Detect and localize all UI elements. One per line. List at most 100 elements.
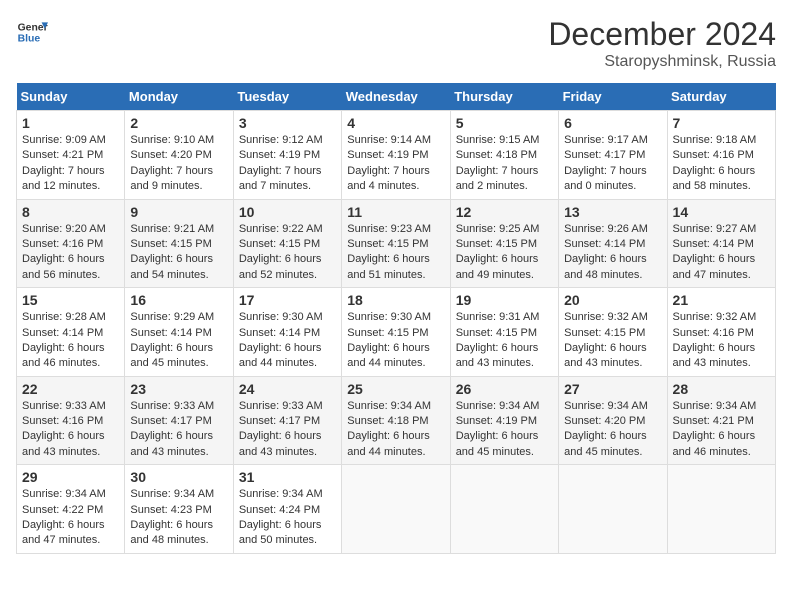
day-number: 20 xyxy=(564,292,661,308)
day-cell-2: 2 Sunrise: 9:10 AM Sunset: 4:20 PM Dayli… xyxy=(125,111,233,200)
day-cell-8: 8 Sunrise: 9:20 AM Sunset: 4:16 PM Dayli… xyxy=(17,199,125,288)
day-number: 19 xyxy=(456,292,553,308)
day-info: Sunrise: 9:33 AM Sunset: 4:17 PM Dayligh… xyxy=(239,399,336,461)
month-title: December 2024 xyxy=(548,16,776,53)
day-number: 4 xyxy=(347,115,444,131)
day-cell-24: 24 Sunrise: 9:33 AM Sunset: 4:17 PM Dayl… xyxy=(233,376,341,465)
day-info: Sunrise: 9:29 AM Sunset: 4:14 PM Dayligh… xyxy=(130,310,227,372)
day-number: 16 xyxy=(130,292,227,308)
day-number: 10 xyxy=(239,204,336,220)
day-number: 17 xyxy=(239,292,336,308)
day-header-saturday: Saturday xyxy=(667,83,775,111)
day-info: Sunrise: 9:14 AM Sunset: 4:19 PM Dayligh… xyxy=(347,133,444,195)
day-info: Sunrise: 9:32 AM Sunset: 4:16 PM Dayligh… xyxy=(673,310,770,372)
day-info: Sunrise: 9:32 AM Sunset: 4:15 PM Dayligh… xyxy=(564,310,661,372)
day-cell-29: 29 Sunrise: 9:34 AM Sunset: 4:22 PM Dayl… xyxy=(17,465,125,554)
day-number: 3 xyxy=(239,115,336,131)
day-number: 7 xyxy=(673,115,770,131)
empty-cell xyxy=(667,465,775,554)
day-cell-15: 15 Sunrise: 9:28 AM Sunset: 4:14 PM Dayl… xyxy=(17,288,125,377)
day-cell-27: 27 Sunrise: 9:34 AM Sunset: 4:20 PM Dayl… xyxy=(559,376,667,465)
day-number: 11 xyxy=(347,204,444,220)
day-number: 26 xyxy=(456,381,553,397)
day-cell-21: 21 Sunrise: 9:32 AM Sunset: 4:16 PM Dayl… xyxy=(667,288,775,377)
day-info: Sunrise: 9:10 AM Sunset: 4:20 PM Dayligh… xyxy=(130,133,227,195)
day-header-thursday: Thursday xyxy=(450,83,558,111)
day-info: Sunrise: 9:34 AM Sunset: 4:19 PM Dayligh… xyxy=(456,399,553,461)
day-cell-13: 13 Sunrise: 9:26 AM Sunset: 4:14 PM Dayl… xyxy=(559,199,667,288)
empty-cell xyxy=(559,465,667,554)
day-cell-17: 17 Sunrise: 9:30 AM Sunset: 4:14 PM Dayl… xyxy=(233,288,341,377)
day-number: 8 xyxy=(22,204,119,220)
day-cell-12: 12 Sunrise: 9:25 AM Sunset: 4:15 PM Dayl… xyxy=(450,199,558,288)
day-cell-20: 20 Sunrise: 9:32 AM Sunset: 4:15 PM Dayl… xyxy=(559,288,667,377)
page-header: General Blue December 2024 Staropyshmins… xyxy=(16,16,776,71)
day-info: Sunrise: 9:34 AM Sunset: 4:22 PM Dayligh… xyxy=(22,487,119,549)
day-cell-30: 30 Sunrise: 9:34 AM Sunset: 4:23 PM Dayl… xyxy=(125,465,233,554)
day-number: 31 xyxy=(239,469,336,485)
calendar-week-3: 15 Sunrise: 9:28 AM Sunset: 4:14 PM Dayl… xyxy=(17,288,776,377)
day-cell-31: 31 Sunrise: 9:34 AM Sunset: 4:24 PM Dayl… xyxy=(233,465,341,554)
day-cell-19: 19 Sunrise: 9:31 AM Sunset: 4:15 PM Dayl… xyxy=(450,288,558,377)
empty-cell xyxy=(342,465,450,554)
day-number: 14 xyxy=(673,204,770,220)
day-info: Sunrise: 9:34 AM Sunset: 4:24 PM Dayligh… xyxy=(239,487,336,549)
day-number: 23 xyxy=(130,381,227,397)
day-info: Sunrise: 9:12 AM Sunset: 4:19 PM Dayligh… xyxy=(239,133,336,195)
day-number: 28 xyxy=(673,381,770,397)
day-info: Sunrise: 9:30 AM Sunset: 4:14 PM Dayligh… xyxy=(239,310,336,372)
calendar-week-1: 1 Sunrise: 9:09 AM Sunset: 4:21 PM Dayli… xyxy=(17,111,776,200)
day-cell-22: 22 Sunrise: 9:33 AM Sunset: 4:16 PM Dayl… xyxy=(17,376,125,465)
day-cell-16: 16 Sunrise: 9:29 AM Sunset: 4:14 PM Dayl… xyxy=(125,288,233,377)
day-cell-23: 23 Sunrise: 9:33 AM Sunset: 4:17 PM Dayl… xyxy=(125,376,233,465)
day-cell-25: 25 Sunrise: 9:34 AM Sunset: 4:18 PM Dayl… xyxy=(342,376,450,465)
day-info: Sunrise: 9:34 AM Sunset: 4:18 PM Dayligh… xyxy=(347,399,444,461)
day-cell-10: 10 Sunrise: 9:22 AM Sunset: 4:15 PM Dayl… xyxy=(233,199,341,288)
day-number: 21 xyxy=(673,292,770,308)
day-cell-11: 11 Sunrise: 9:23 AM Sunset: 4:15 PM Dayl… xyxy=(342,199,450,288)
day-info: Sunrise: 9:34 AM Sunset: 4:23 PM Dayligh… xyxy=(130,487,227,549)
location-subtitle: Staropyshminsk, Russia xyxy=(548,53,776,71)
day-header-friday: Friday xyxy=(559,83,667,111)
day-cell-5: 5 Sunrise: 9:15 AM Sunset: 4:18 PM Dayli… xyxy=(450,111,558,200)
logo-icon: General Blue xyxy=(16,16,48,48)
calendar-table: SundayMondayTuesdayWednesdayThursdayFrid… xyxy=(16,83,776,554)
day-info: Sunrise: 9:17 AM Sunset: 4:17 PM Dayligh… xyxy=(564,133,661,195)
day-number: 13 xyxy=(564,204,661,220)
day-header-sunday: Sunday xyxy=(17,83,125,111)
day-header-tuesday: Tuesday xyxy=(233,83,341,111)
day-header-monday: Monday xyxy=(125,83,233,111)
svg-text:Blue: Blue xyxy=(18,34,41,45)
day-info: Sunrise: 9:33 AM Sunset: 4:17 PM Dayligh… xyxy=(130,399,227,461)
day-info: Sunrise: 9:09 AM Sunset: 4:21 PM Dayligh… xyxy=(22,133,119,195)
day-info: Sunrise: 9:26 AM Sunset: 4:14 PM Dayligh… xyxy=(564,222,661,284)
day-info: Sunrise: 9:31 AM Sunset: 4:15 PM Dayligh… xyxy=(456,310,553,372)
day-number: 9 xyxy=(130,204,227,220)
day-number: 29 xyxy=(22,469,119,485)
day-header-wednesday: Wednesday xyxy=(342,83,450,111)
day-cell-1: 1 Sunrise: 9:09 AM Sunset: 4:21 PM Dayli… xyxy=(17,111,125,200)
day-number: 1 xyxy=(22,115,119,131)
day-cell-28: 28 Sunrise: 9:34 AM Sunset: 4:21 PM Dayl… xyxy=(667,376,775,465)
day-cell-3: 3 Sunrise: 9:12 AM Sunset: 4:19 PM Dayli… xyxy=(233,111,341,200)
logo: General Blue xyxy=(16,16,48,48)
day-info: Sunrise: 9:21 AM Sunset: 4:15 PM Dayligh… xyxy=(130,222,227,284)
day-number: 15 xyxy=(22,292,119,308)
day-info: Sunrise: 9:27 AM Sunset: 4:14 PM Dayligh… xyxy=(673,222,770,284)
calendar-week-4: 22 Sunrise: 9:33 AM Sunset: 4:16 PM Dayl… xyxy=(17,376,776,465)
day-cell-7: 7 Sunrise: 9:18 AM Sunset: 4:16 PM Dayli… xyxy=(667,111,775,200)
day-number: 30 xyxy=(130,469,227,485)
day-number: 2 xyxy=(130,115,227,131)
day-info: Sunrise: 9:30 AM Sunset: 4:15 PM Dayligh… xyxy=(347,310,444,372)
day-cell-9: 9 Sunrise: 9:21 AM Sunset: 4:15 PM Dayli… xyxy=(125,199,233,288)
day-number: 18 xyxy=(347,292,444,308)
day-info: Sunrise: 9:28 AM Sunset: 4:14 PM Dayligh… xyxy=(22,310,119,372)
day-info: Sunrise: 9:22 AM Sunset: 4:15 PM Dayligh… xyxy=(239,222,336,284)
day-number: 5 xyxy=(456,115,553,131)
day-number: 25 xyxy=(347,381,444,397)
calendar-header-row: SundayMondayTuesdayWednesdayThursdayFrid… xyxy=(17,83,776,111)
day-info: Sunrise: 9:34 AM Sunset: 4:21 PM Dayligh… xyxy=(673,399,770,461)
empty-cell xyxy=(450,465,558,554)
day-info: Sunrise: 9:34 AM Sunset: 4:20 PM Dayligh… xyxy=(564,399,661,461)
day-info: Sunrise: 9:18 AM Sunset: 4:16 PM Dayligh… xyxy=(673,133,770,195)
